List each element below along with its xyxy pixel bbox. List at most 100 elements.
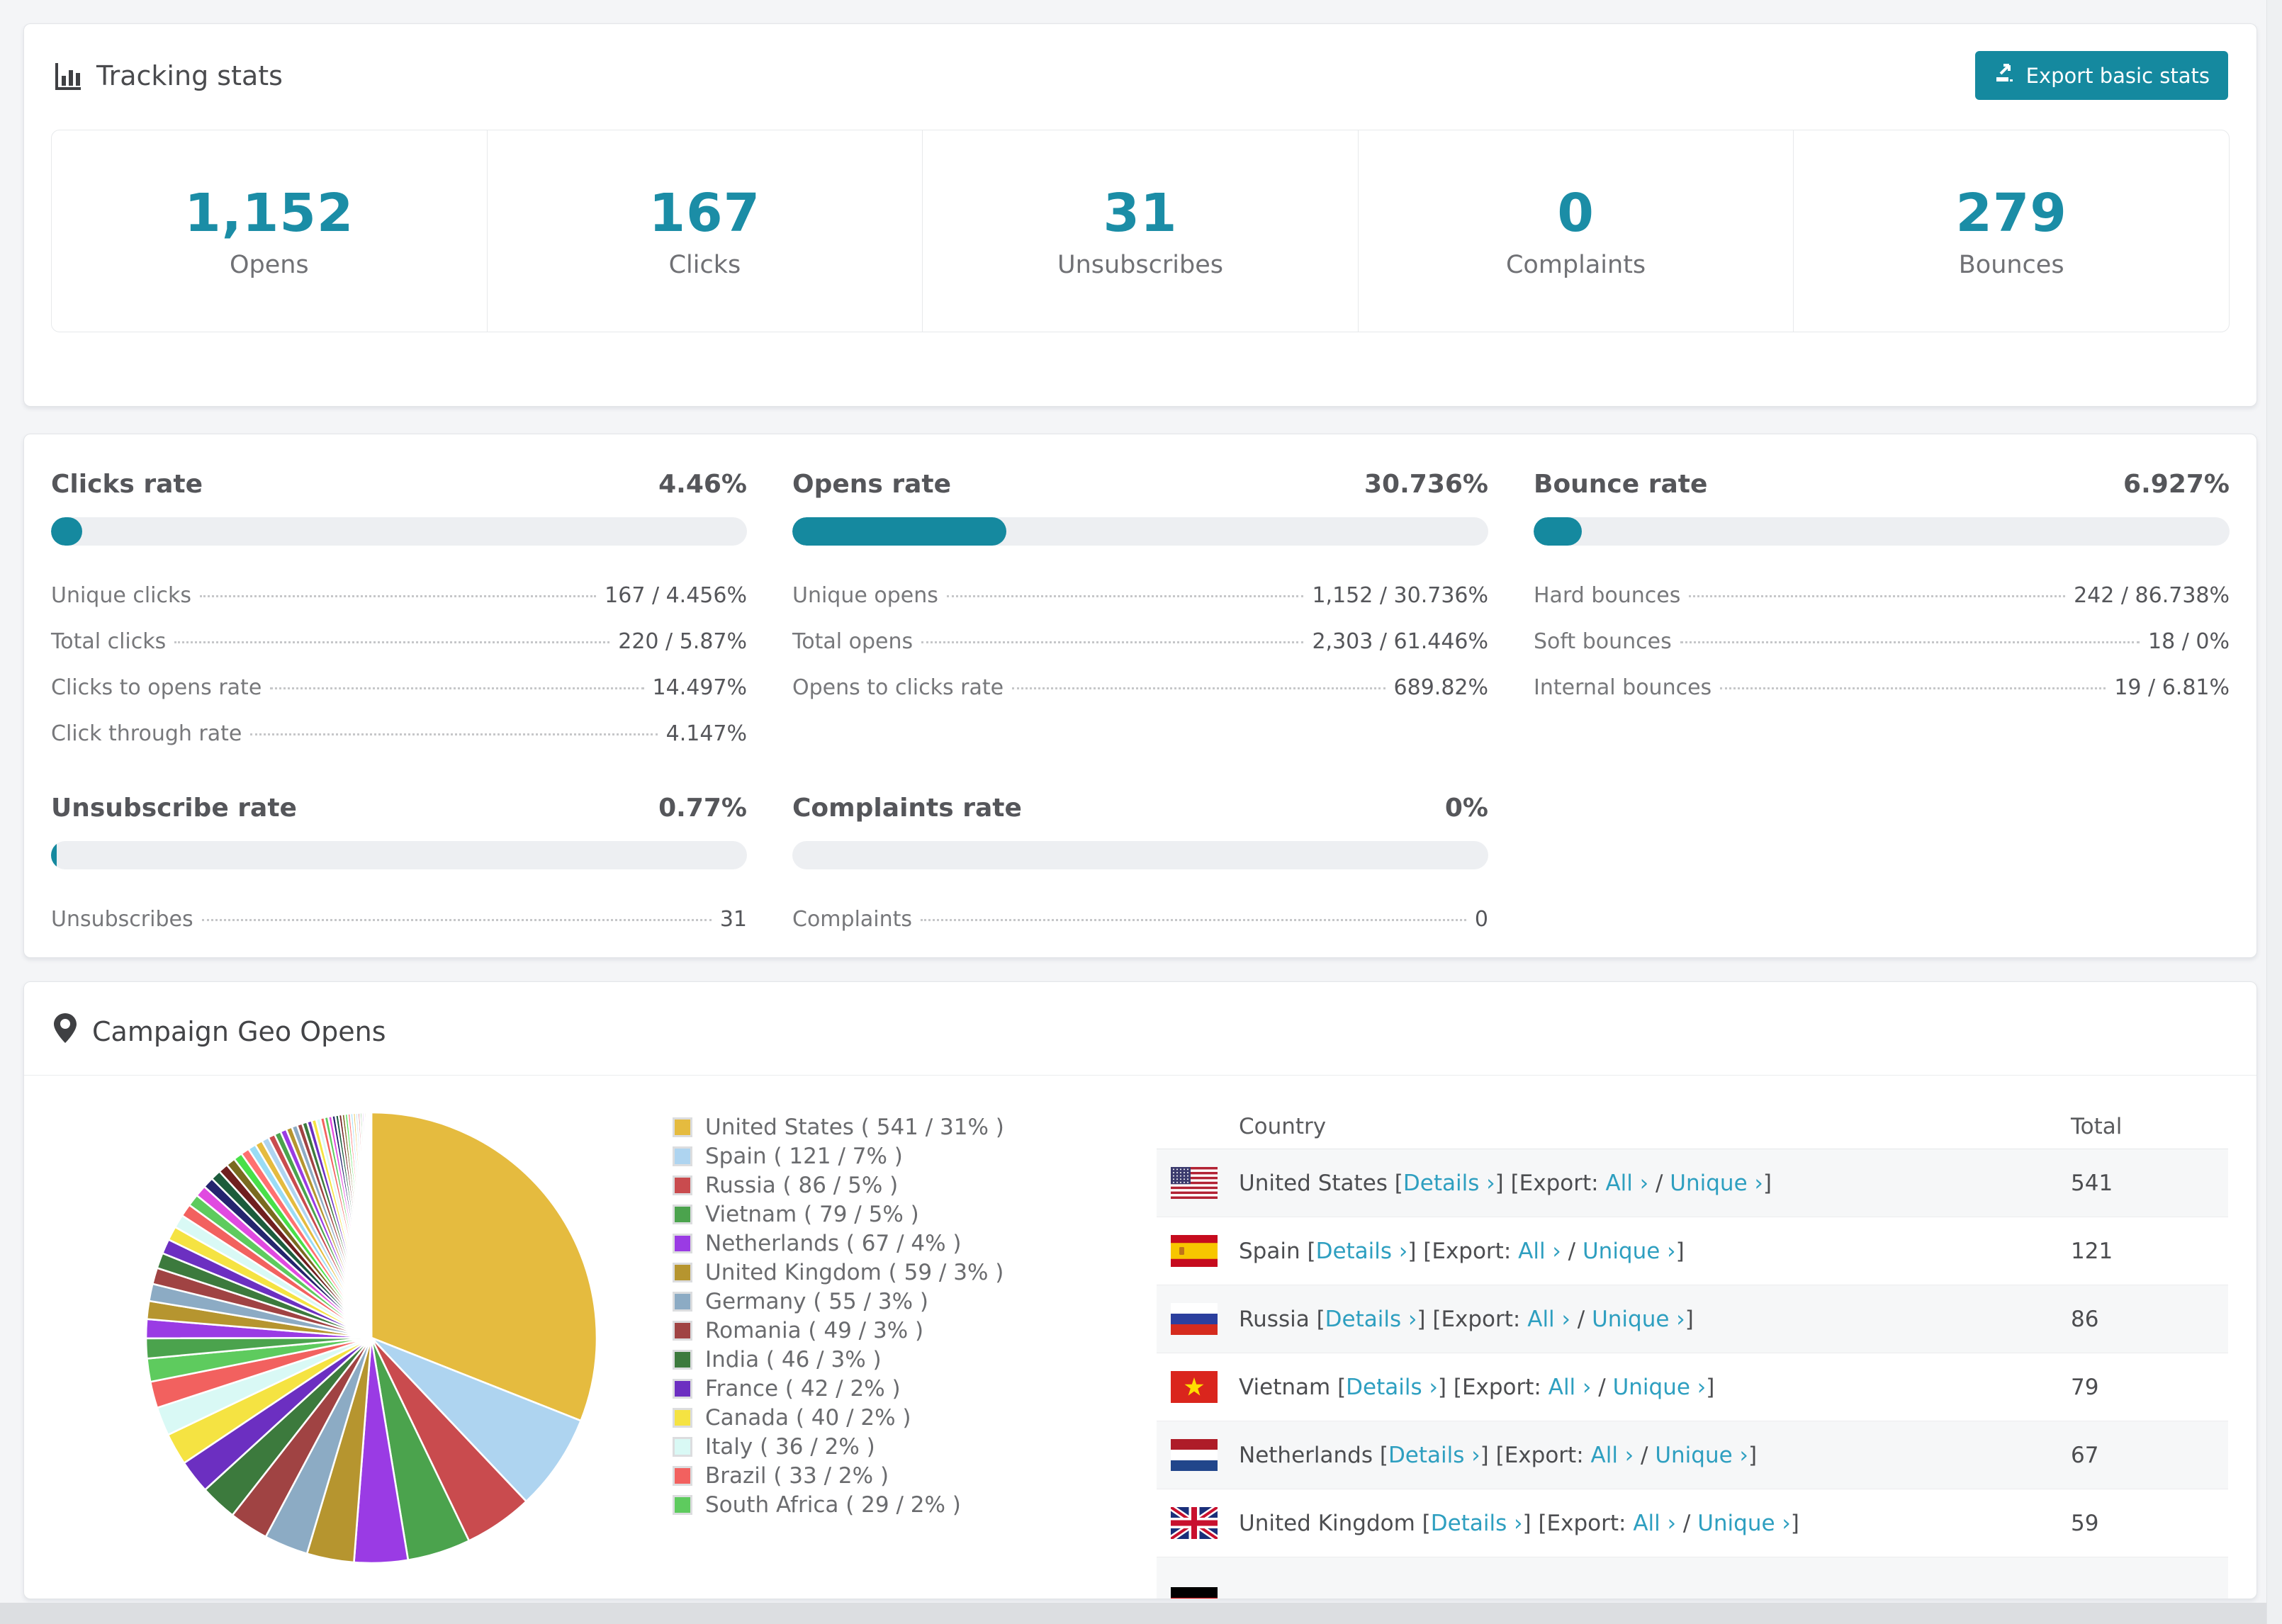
table-row: Russia [Details ›] [Export: All › / Uniq… — [1157, 1285, 2228, 1353]
rate-row: Total opens 2,303 / 61.446% — [792, 619, 1488, 665]
details-link[interactable]: Details › — [1346, 1375, 1438, 1400]
legend-label: Germany ( 55 / 3% ) — [705, 1288, 929, 1314]
geo-table-body: United States [Details ›] [Export: All ›… — [1157, 1149, 2228, 1598]
country-name: Vietnam — [1239, 1374, 1338, 1400]
details-link[interactable]: Details › — [1403, 1171, 1495, 1196]
rate-row: Internal bounces 19 / 6.81% — [1534, 665, 2230, 711]
rate-title: Opens rate — [792, 470, 952, 499]
stat-value: 0 — [1557, 183, 1595, 244]
rate-row-label: Click through rate — [51, 721, 242, 746]
dotted-leader — [1680, 641, 2140, 643]
dotted-leader — [921, 641, 1304, 643]
rate-row: Unsubscribes 31 — [51, 896, 747, 942]
total-cell: 121 — [2071, 1238, 2113, 1264]
legend-swatch — [673, 1320, 692, 1341]
legend-label: Vietnam ( 79 / 5% ) — [705, 1201, 919, 1227]
rate-block-header: Bounce rate 6.927% — [1534, 470, 2230, 499]
progress-bar — [51, 841, 747, 869]
rates-grid: Clicks rate 4.46% Unique clicks 167 / 4.456… — [24, 434, 2256, 942]
legend-label: France ( 42 / 2% ) — [705, 1375, 901, 1402]
total-cell: 67 — [2071, 1442, 2099, 1468]
export-unique-link[interactable]: Unique › — [1592, 1307, 1685, 1332]
rate-row-value: 2,303 / 61.446% — [1312, 629, 1488, 654]
us-flag-icon — [1171, 1167, 1218, 1199]
stat-label: Opens — [229, 251, 309, 279]
stat-value: 31 — [1103, 183, 1178, 244]
details-link[interactable]: Details › — [1316, 1239, 1408, 1264]
rate-rows: Unique clicks 167 / 4.456% Total clicks 220… — [51, 573, 747, 757]
legend-swatch — [673, 1146, 692, 1166]
rate-row: Total clicks 220 / 5.87% — [51, 619, 747, 665]
legend-item: United States ( 541 / 31% ) — [673, 1112, 1004, 1141]
legend-label: India ( 46 / 3% ) — [705, 1346, 882, 1372]
legend-label: Romania ( 49 / 3% ) — [705, 1317, 924, 1343]
country-name: Netherlands — [1239, 1442, 1380, 1468]
legend-item: Russia ( 86 / 5% ) — [673, 1171, 1004, 1200]
export-unique-link[interactable]: Unique › — [1670, 1171, 1763, 1196]
vn-flag-icon — [1171, 1371, 1218, 1403]
table-row: United States [Details ›] [Export: All ›… — [1157, 1149, 2228, 1217]
table-row: Spain [Details ›] [Export: All › / Uniqu… — [1157, 1217, 2228, 1285]
stat-value: 167 — [648, 183, 761, 244]
details-link[interactable]: Details › — [1388, 1443, 1480, 1468]
rate-block: Bounce rate 6.927% Hard bounces 242 / 86.73… — [1534, 470, 2230, 757]
legend-label: Brazil ( 33 / 2% ) — [705, 1462, 889, 1489]
progress-bar — [792, 517, 1488, 546]
total-cell: 541 — [2071, 1170, 2113, 1196]
rate-row: Clicks to opens rate 14.497% — [51, 665, 747, 711]
export-unique-link[interactable]: Unique › — [1697, 1511, 1791, 1536]
stat-label: Bounces — [1958, 251, 2064, 279]
legend-item: Canada ( 40 / 2% ) — [673, 1403, 1004, 1432]
geo-header: Campaign Geo Opens — [24, 982, 2256, 1075]
export-basic-stats-button[interactable]: Export basic stats — [1974, 51, 2228, 100]
legend-label: Russia ( 86 / 5% ) — [705, 1172, 899, 1198]
legend-swatch — [673, 1436, 692, 1457]
export-all-link[interactable]: All › — [1527, 1307, 1570, 1332]
rate-rows: Unsubscribes 31 — [51, 896, 747, 942]
rate-row-value: 220 / 5.87% — [618, 629, 747, 654]
legend-swatch — [673, 1204, 692, 1224]
export-all-link[interactable]: All › — [1633, 1511, 1676, 1536]
table-row-partial — [1157, 1557, 2228, 1598]
export-all-link[interactable]: All › — [1605, 1171, 1648, 1196]
export-all-link[interactable]: All › — [1591, 1443, 1634, 1468]
rate-row: Unique opens 1,152 / 30.736% — [792, 573, 1488, 619]
rate-row-label: Complaints — [792, 907, 913, 932]
stat-box: 167 Clicks — [486, 130, 923, 332]
details-link[interactable]: Details › — [1431, 1511, 1523, 1536]
details-link[interactable]: Details › — [1325, 1307, 1417, 1332]
stat-box: 279 Bounces — [1793, 130, 2229, 332]
scrollbar[interactable] — [2266, 0, 2282, 1624]
legend-label: Italy ( 36 / 2% ) — [705, 1433, 875, 1460]
legend-label: South Africa ( 29 / 2% ) — [705, 1492, 961, 1518]
rate-row-label: Clicks to opens rate — [51, 675, 262, 700]
tracking-stats-card: Tracking stats Export basic stats 1,152 O… — [23, 23, 2257, 407]
export-unique-link[interactable]: Unique › — [1583, 1239, 1676, 1264]
es-flag-icon — [1171, 1235, 1218, 1267]
legend-item: Germany ( 55 / 3% ) — [673, 1287, 1004, 1316]
export-all-link[interactable]: All › — [1518, 1239, 1561, 1264]
rate-row: Click through rate 4.147% — [51, 711, 747, 757]
rate-row-value: 31 — [719, 907, 747, 932]
legend-swatch — [673, 1117, 692, 1137]
export-unique-link[interactable]: Unique › — [1655, 1443, 1748, 1468]
country-cell: Vietnam [Details ›] [Export: All › / Uni… — [1239, 1374, 1715, 1400]
stat-label: Complaints — [1505, 251, 1646, 279]
legend-item: United Kingdom ( 59 / 3% ) — [673, 1258, 1004, 1287]
rate-row-label: Unsubscribes — [51, 907, 193, 932]
rate-row: Unique clicks 167 / 4.456% — [51, 573, 747, 619]
progress-bar-fill — [51, 841, 57, 869]
dotted-leader — [1720, 687, 2106, 689]
country-name: United Kingdom — [1239, 1510, 1422, 1536]
total-cell: 59 — [2071, 1510, 2099, 1536]
gb-flag-icon — [1171, 1507, 1218, 1539]
progress-bar-fill — [792, 517, 1006, 546]
export-unique-link[interactable]: Unique › — [1613, 1375, 1707, 1400]
legend-swatch — [673, 1378, 692, 1399]
geo-pie-chart — [137, 1104, 605, 1572]
export-all-link[interactable]: All › — [1548, 1375, 1592, 1400]
rate-title: Complaints rate — [792, 794, 1022, 823]
rates-card: Clicks rate 4.46% Unique clicks 167 / 4.456… — [23, 434, 2257, 958]
pie-chart-svg — [145, 1111, 598, 1564]
tracking-stats-title: Tracking stats — [96, 60, 283, 91]
